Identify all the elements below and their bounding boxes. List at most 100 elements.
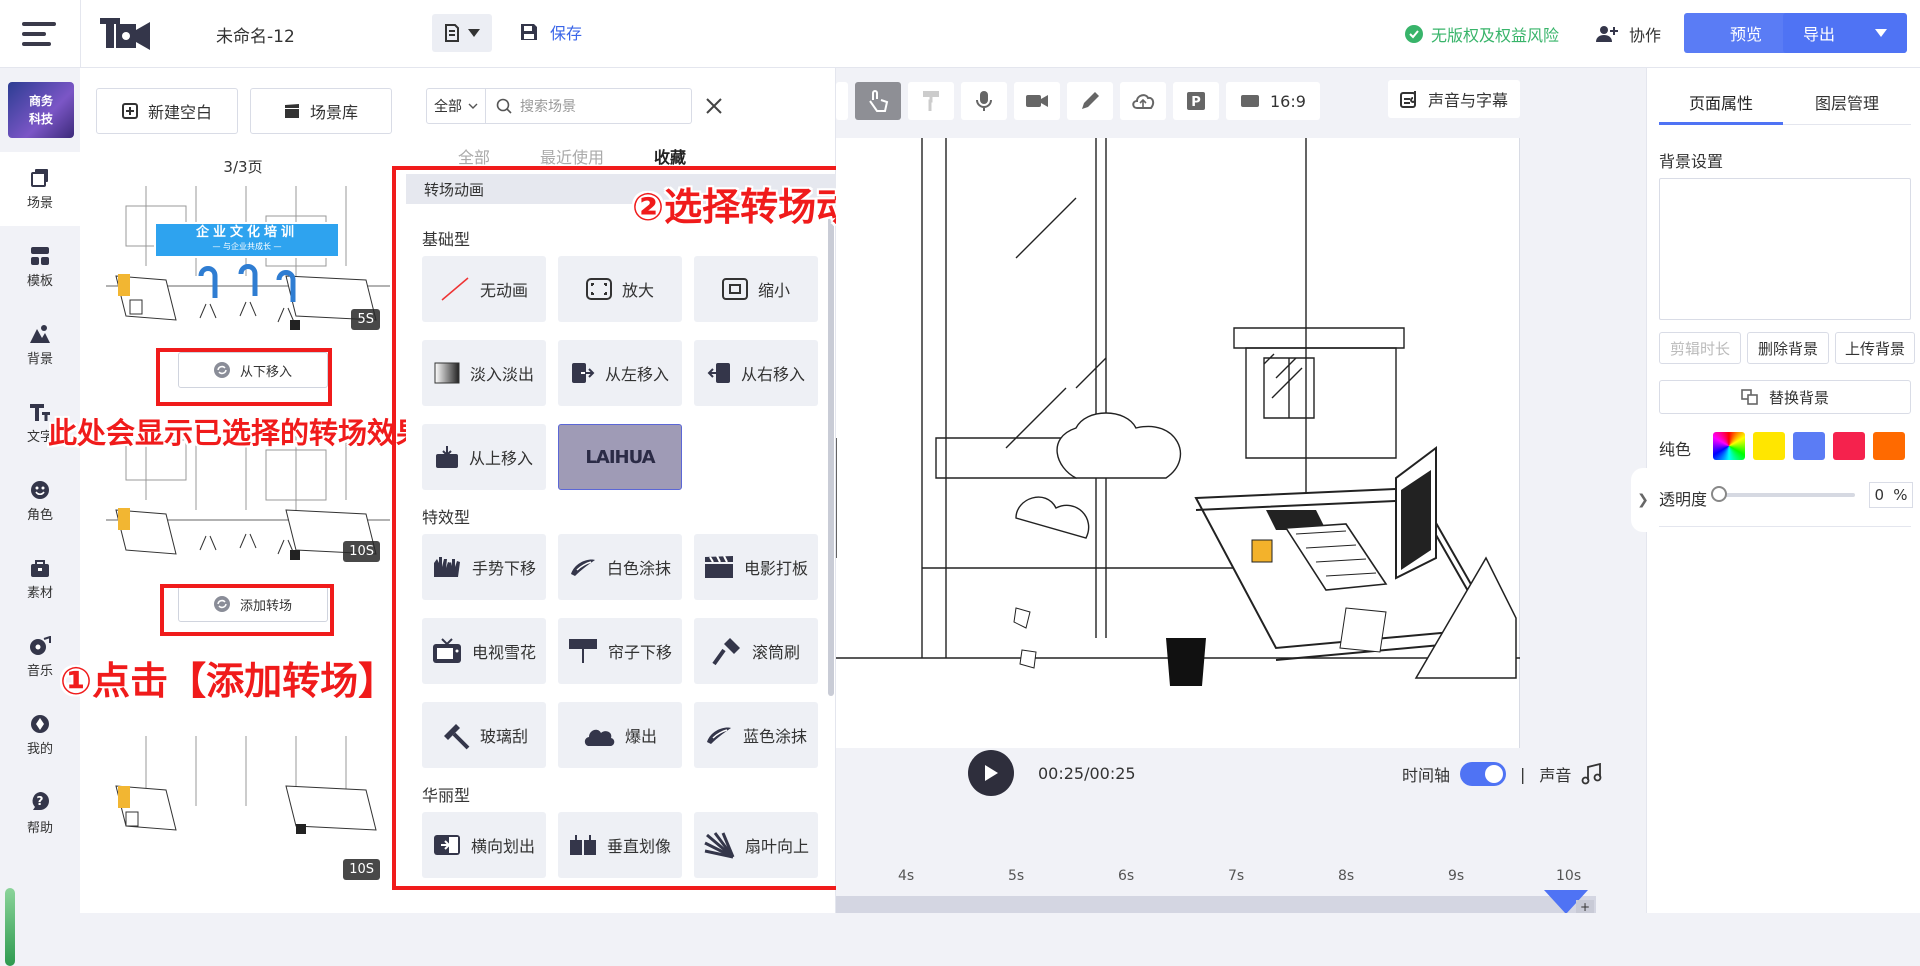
paint-roller-icon: [923, 91, 939, 111]
tool-camera[interactable]: [1014, 82, 1060, 120]
category-value: 全部: [434, 99, 462, 115]
highlight-box: [156, 348, 332, 406]
clapper-icon: [284, 104, 299, 118]
nav-item-material[interactable]: 素材: [0, 542, 80, 616]
tool-microphone[interactable]: [961, 82, 1007, 120]
tick-label: 7s: [1228, 868, 1245, 884]
scrollbar[interactable]: [5, 888, 15, 966]
chevron-right-icon[interactable]: ❯: [1631, 468, 1655, 532]
ratio-value: 16:9: [1270, 91, 1306, 111]
scene-library-button[interactable]: 场景库: [250, 88, 392, 134]
material-icon: [31, 559, 49, 577]
opacity-value: 0: [1874, 486, 1885, 504]
document-menu-button[interactable]: [432, 14, 492, 52]
tool-pencil[interactable]: [1067, 82, 1113, 120]
hamburger-menu-icon[interactable]: [22, 18, 56, 50]
nav-label: 背景: [26, 351, 53, 367]
document-icon: [445, 24, 459, 42]
nav-label: 素材: [26, 585, 53, 601]
aspect-ratio-selector[interactable]: 16:9: [1226, 82, 1320, 120]
tab-recent[interactable]: 最近使用: [540, 144, 604, 168]
color-swatch[interactable]: [1833, 432, 1865, 460]
canvas-toolbar: P 16:9: [836, 82, 1320, 120]
tick-label: 4s: [898, 868, 915, 884]
collaborate-button[interactable]: 协作: [1595, 22, 1661, 46]
nav-item-mine[interactable]: 我的: [0, 698, 80, 772]
tab-all[interactable]: 全部: [458, 144, 490, 168]
clip-duration-button[interactable]: 剪辑时长: [1659, 332, 1741, 364]
scene-panel: 新建空白 场景库 3/3页 企业文化培训 — 与企业共成长 — 5S 从下移入 …: [80, 68, 406, 913]
annotation-selected-note: 此处会显示已选择的转场效果: [48, 416, 426, 450]
add-user-icon: [1596, 26, 1618, 42]
timeline-toggle[interactable]: [1460, 762, 1507, 786]
sound-subtitle-button[interactable]: 声音与字幕: [1388, 80, 1521, 118]
microphone-icon: [976, 91, 992, 111]
screen-icon: [1241, 95, 1259, 107]
opacity-input[interactable]: 0 %: [1869, 482, 1913, 508]
properties-panel: ❯ 页面属性 图层管理 背景设置 剪辑时长 删除背景 上传背景 替换背景 纯色 …: [1631, 68, 1920, 913]
mine-icon: [31, 714, 49, 733]
tool-paint-roller[interactable]: [908, 82, 954, 120]
canvas-area: P 16:9 声音与字幕 00:25/00:25 时间轴 | 声音 4s 5s …: [836, 68, 1646, 913]
category-select[interactable]: 全部: [426, 88, 486, 124]
divider: [1659, 526, 1911, 527]
color-picker-swatch[interactable]: [1713, 432, 1745, 460]
nav-label: 角色: [26, 507, 53, 523]
new-blank-button[interactable]: 新建空白: [96, 88, 238, 134]
video-camera-icon: [1026, 95, 1048, 107]
canvas-stage[interactable]: [836, 138, 1520, 748]
opacity-slider-handle[interactable]: [1711, 486, 1727, 502]
nav-label: 音乐: [26, 663, 53, 679]
save-button[interactable]: 保存: [520, 20, 582, 44]
pencil-icon: [1082, 92, 1099, 109]
copyright-notice[interactable]: 无版权及权益风险: [1405, 22, 1559, 46]
avatar-text: 商务: [28, 94, 53, 108]
color-swatch[interactable]: [1793, 432, 1825, 460]
tick-label: 5s: [1008, 868, 1025, 884]
tab-favorite[interactable]: 收藏: [654, 144, 686, 168]
tab-page-properties[interactable]: 页面属性: [1689, 90, 1753, 114]
music-note-icon[interactable]: [1581, 763, 1603, 785]
tab-layer-management[interactable]: 图层管理: [1815, 90, 1879, 114]
search-input[interactable]: 搜索场景: [486, 88, 692, 124]
timeline-track[interactable]: [836, 896, 1596, 913]
chevron-down-icon: [468, 103, 478, 109]
opacity-slider[interactable]: [1719, 493, 1855, 497]
nav-item-template[interactable]: 模板: [0, 230, 80, 304]
search-placeholder: 搜索场景: [520, 99, 576, 115]
scene-library-label: 场景库: [309, 103, 358, 122]
tool-partial[interactable]: [836, 82, 848, 120]
delete-background-button[interactable]: 删除背景: [1747, 332, 1829, 364]
nav-item-character[interactable]: 角色: [0, 464, 80, 538]
nav-item-help[interactable]: ? 帮助: [0, 776, 80, 850]
scene-thumbnail[interactable]: 10S: [106, 736, 390, 888]
tool-p-block[interactable]: P: [1173, 82, 1219, 120]
color-swatch[interactable]: [1873, 432, 1905, 460]
sound-label: 声音: [1539, 766, 1572, 785]
avatar[interactable]: 商务 科技: [8, 82, 74, 138]
color-swatch[interactable]: [1753, 432, 1785, 460]
zoom-in-button[interactable]: +: [1576, 900, 1594, 913]
scene-thumbnail[interactable]: 企业文化培训 — 与企业共成长 — 5S: [106, 186, 390, 338]
nav-label: 我的: [26, 741, 53, 757]
nav-item-scene[interactable]: 场景: [0, 152, 80, 226]
background-icon: [30, 324, 50, 343]
close-icon[interactable]: [702, 94, 726, 118]
document-title[interactable]: 未命名-12: [216, 22, 295, 47]
upload-background-button[interactable]: 上传背景: [1835, 332, 1915, 364]
play-button[interactable]: [968, 750, 1014, 796]
nav-item-background[interactable]: 背景: [0, 308, 80, 382]
opacity-unit: %: [1893, 486, 1908, 504]
background-preview[interactable]: [1659, 178, 1911, 320]
tab-indicator: [1659, 122, 1783, 125]
time-display: 00:25/00:25: [1038, 764, 1136, 783]
nav-label: 帮助: [26, 820, 53, 836]
banner-title: 企业文化培训: [195, 225, 298, 240]
logo[interactable]: [98, 14, 154, 52]
export-button[interactable]: 导出: [1783, 13, 1907, 53]
floppy-icon: [521, 24, 537, 40]
banner-subtitle: — 与企业共成长 —: [212, 242, 282, 251]
tool-cloud[interactable]: [1120, 82, 1166, 120]
tool-hand-cursor[interactable]: [855, 82, 901, 120]
replace-background-button[interactable]: 替换背景: [1659, 380, 1911, 414]
